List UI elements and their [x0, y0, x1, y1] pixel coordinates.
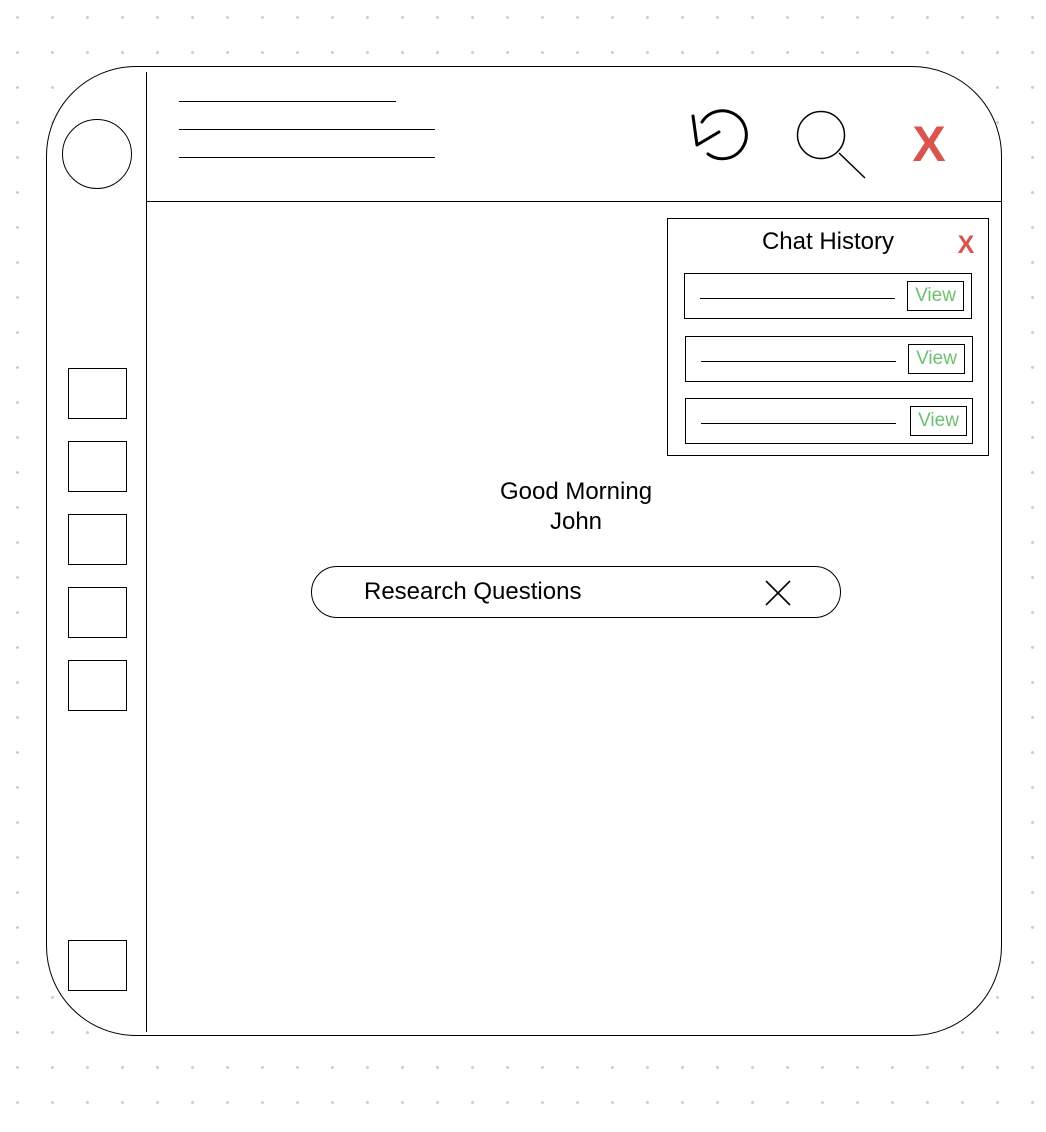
view-button[interactable]: View [907, 281, 964, 311]
sidebar-item-2[interactable] [68, 441, 127, 492]
sidebar-item-5[interactable] [68, 660, 127, 711]
chat-history-item: View [684, 273, 972, 319]
greeting-line-2: John [549, 508, 603, 535]
header-title-line-2 [179, 129, 435, 130]
sidebar-item-bottom[interactable] [68, 940, 127, 991]
sidebar-item-4[interactable] [68, 587, 127, 638]
sidebar-divider [146, 72, 147, 1032]
chat-history-item-placeholder [701, 361, 896, 362]
chat-history-close-icon[interactable]: X [951, 229, 981, 259]
search-input[interactable]: Research Questions [311, 566, 841, 618]
sidebar-item-1[interactable] [68, 368, 127, 419]
chat-history-panel: Chat History X View View View [667, 218, 989, 456]
chat-history-item: View [685, 398, 973, 444]
header-title-line-3 [179, 157, 435, 158]
chat-history-item: View [685, 336, 973, 382]
greeting-line-1: Good Morning [499, 478, 653, 505]
view-button[interactable]: View [910, 406, 967, 436]
chat-history-item-placeholder [701, 423, 896, 424]
close-window-icon[interactable]: X [908, 116, 950, 172]
chat-history-item-placeholder [700, 298, 895, 299]
clear-icon[interactable] [764, 579, 792, 607]
greeting: Good Morning John [456, 477, 696, 537]
header-divider [147, 201, 1002, 202]
app-window [46, 66, 1002, 1036]
sidebar-item-3[interactable] [68, 514, 127, 565]
chat-history-title: Chat History [761, 228, 895, 255]
search-input-value[interactable]: Research Questions [364, 577, 581, 607]
header-title-line-1 [179, 101, 396, 102]
avatar[interactable] [62, 119, 132, 189]
view-button[interactable]: View [908, 344, 965, 374]
refresh-icon[interactable] [688, 104, 752, 166]
search-icon[interactable] [796, 105, 870, 183]
